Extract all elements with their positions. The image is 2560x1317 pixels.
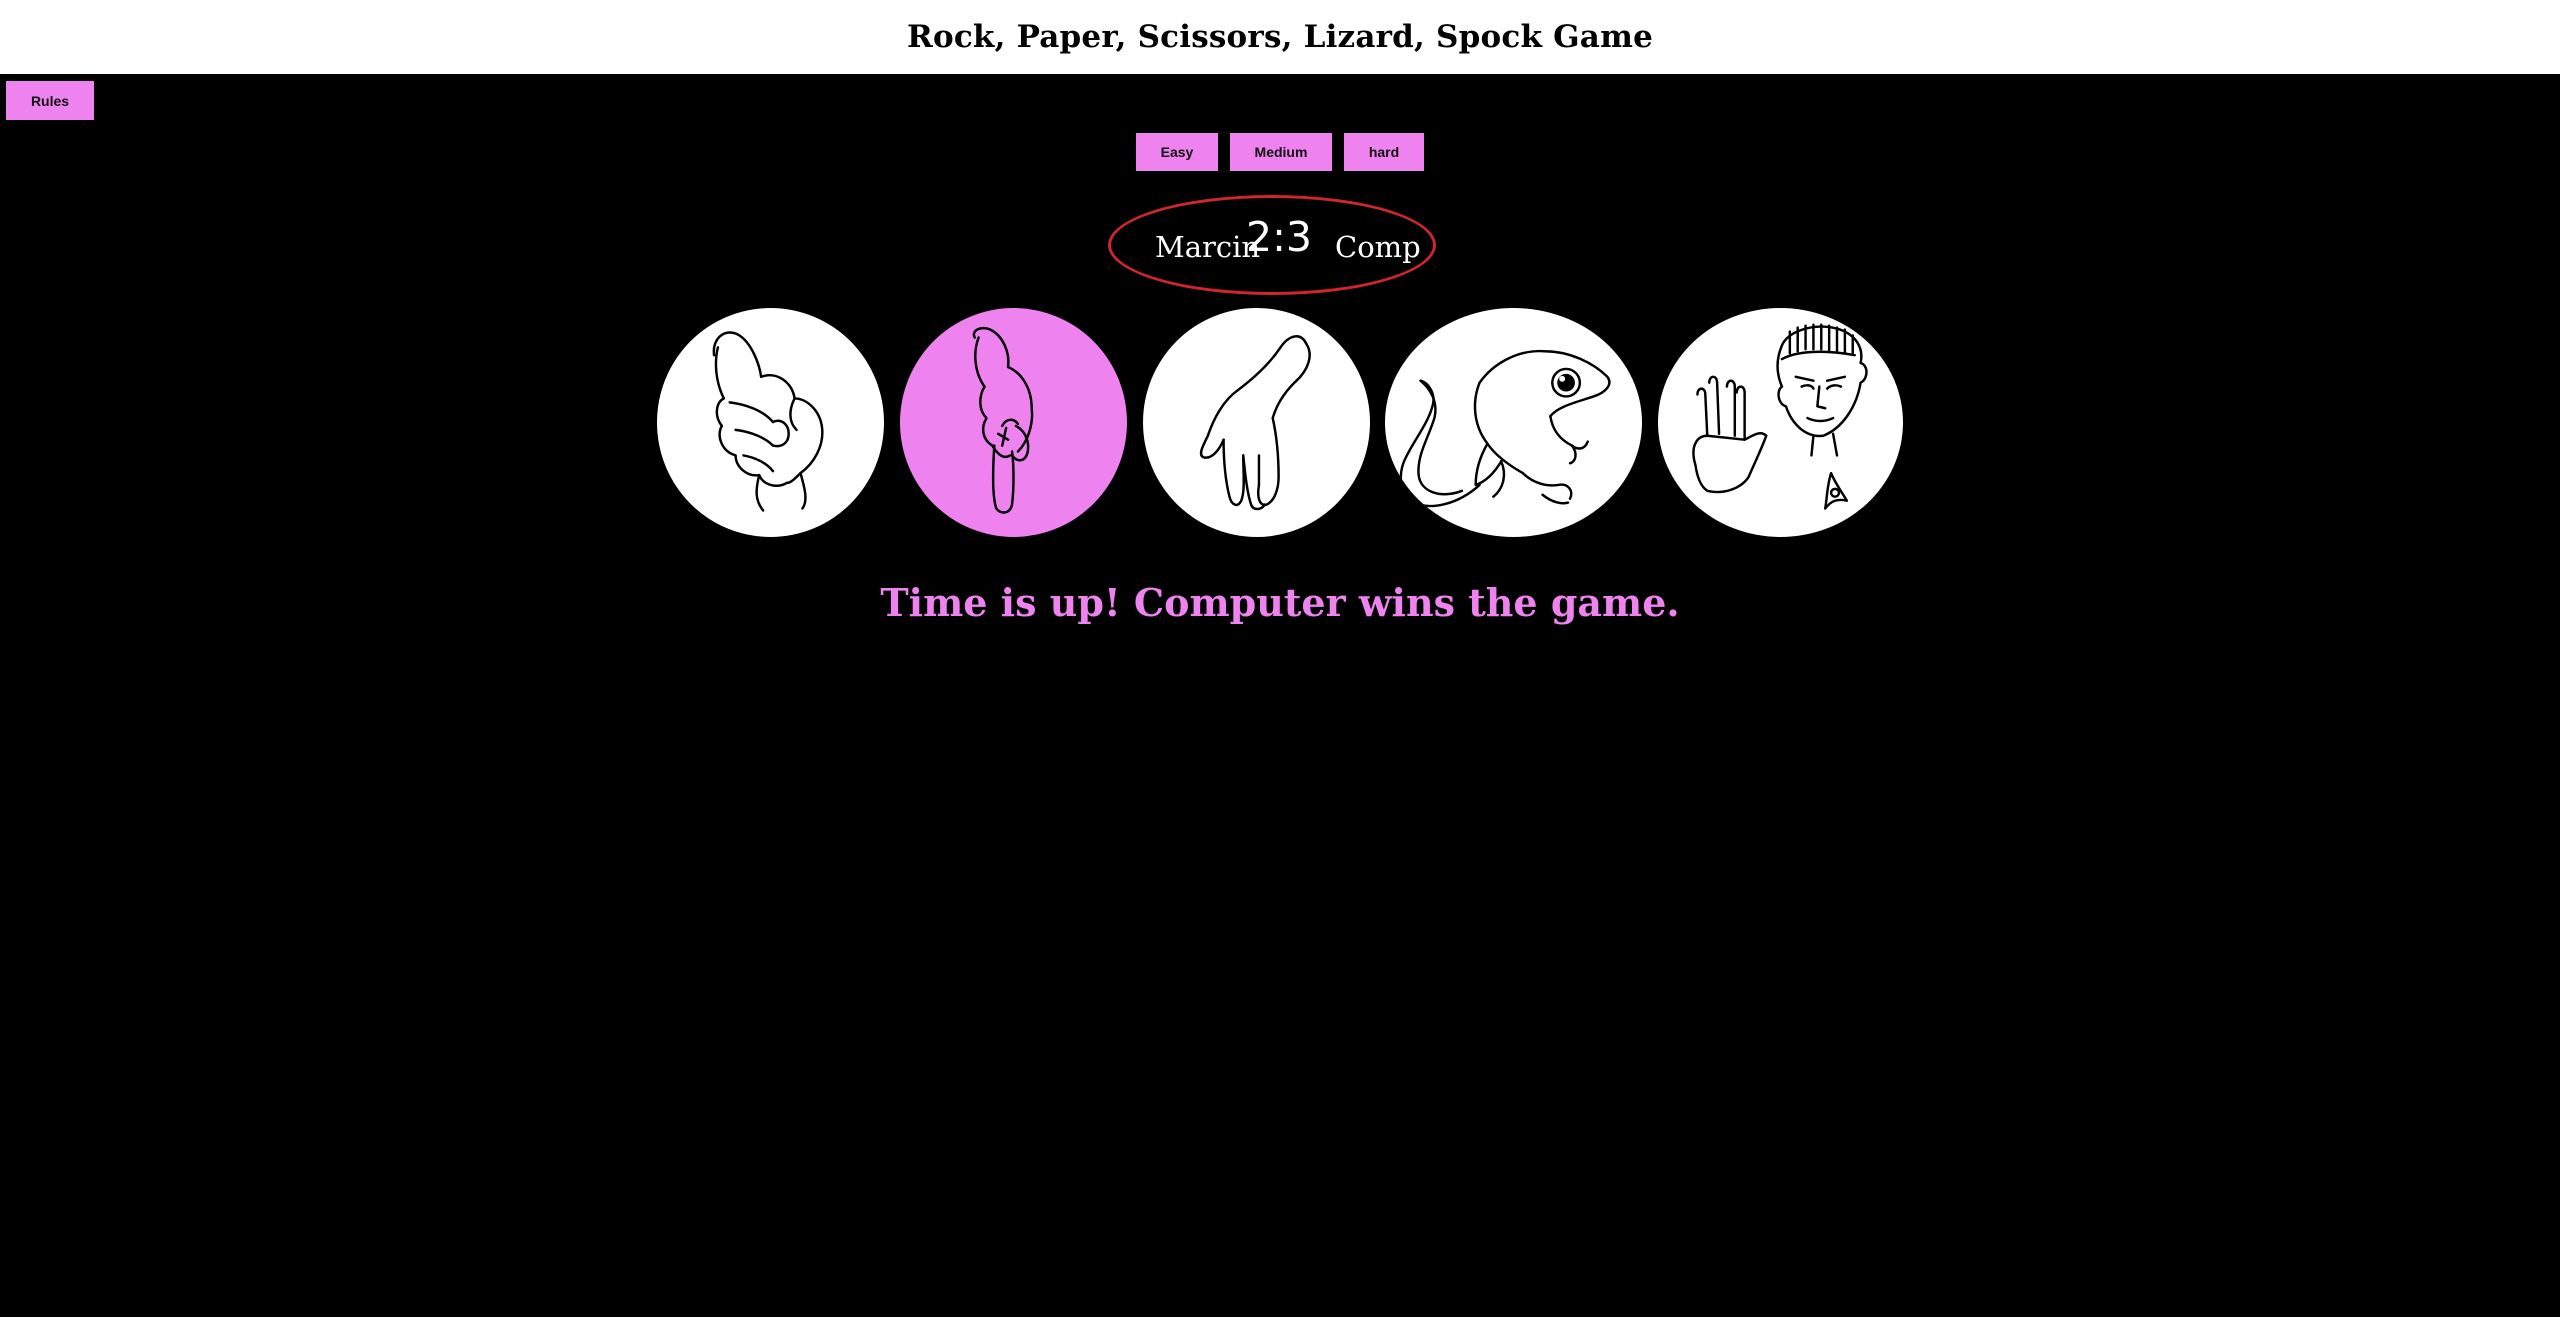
hard-button[interactable]: hard	[1342, 131, 1426, 173]
choice-scissors[interactable]	[1141, 306, 1372, 539]
choice-paper[interactable]	[898, 306, 1129, 539]
page-header: Rock, Paper, Scissors, Lizard, Spock Gam…	[0, 0, 2560, 74]
spock-icon	[1692, 323, 1868, 510]
computer-name: Comp	[1335, 230, 1421, 264]
easy-button[interactable]: Easy	[1134, 131, 1220, 173]
choice-spock[interactable]	[1656, 306, 1905, 539]
pointing-hand-icon	[972, 326, 1034, 514]
score: 2:3	[1246, 213, 1312, 261]
page-title: Rock, Paper, Scissors, Lizard, Spock Gam…	[906, 19, 1654, 55]
player-name: Marcin	[1155, 230, 1261, 264]
rules-button[interactable]: Rules	[4, 79, 96, 122]
open-hand-icon	[1199, 335, 1311, 511]
choice-lizard[interactable]	[1383, 306, 1644, 539]
game-result-message: Time is up! Computer wins the game.	[880, 580, 1680, 625]
lizard-icon	[1399, 349, 1611, 508]
choice-rock[interactable]	[655, 306, 886, 539]
fist-icon	[712, 331, 824, 512]
medium-button[interactable]: Medium	[1228, 131, 1334, 173]
